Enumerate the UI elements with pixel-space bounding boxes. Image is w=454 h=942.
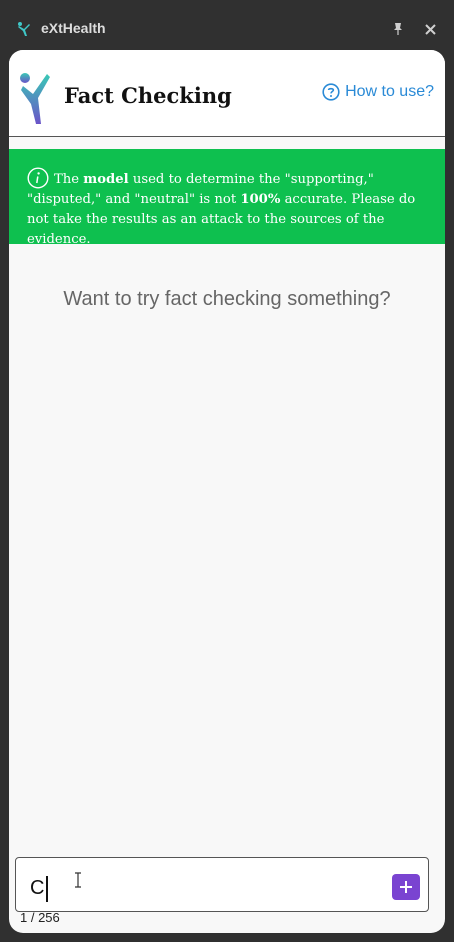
banner-text-1: The <box>54 172 84 187</box>
how-to-use-label: How to use? <box>345 83 434 100</box>
banner-bold-model: model <box>83 172 129 187</box>
plus-icon <box>400 881 412 893</box>
main-panel: Fact Checking How to use? The model used… <box>9 50 445 933</box>
window-title: eXtHealth <box>41 20 106 36</box>
add-button[interactable] <box>392 874 420 900</box>
exthealth-logo-icon <box>20 73 50 124</box>
title-bar: eXtHealth <box>0 0 454 50</box>
text-caret <box>46 876 48 902</box>
how-to-use-link[interactable]: How to use? <box>322 83 434 101</box>
empty-state-prompt: Want to try fact checking something? <box>63 288 391 310</box>
ibeam-cursor-icon <box>75 872 81 888</box>
close-icon[interactable] <box>424 23 437 36</box>
page-title: Fact Checking <box>64 83 232 108</box>
pin-icon[interactable] <box>391 22 405 36</box>
question-circle-icon <box>322 83 340 101</box>
info-icon <box>27 167 49 189</box>
header: Fact Checking How to use? <box>9 50 445 137</box>
banner-bold-percent: 100% <box>240 192 281 207</box>
disclaimer-banner: The model used to determine the "support… <box>9 149 445 247</box>
character-counter: 1 / 256 <box>20 910 60 925</box>
claim-input-box[interactable] <box>15 857 429 912</box>
app-logo-icon <box>18 22 30 36</box>
